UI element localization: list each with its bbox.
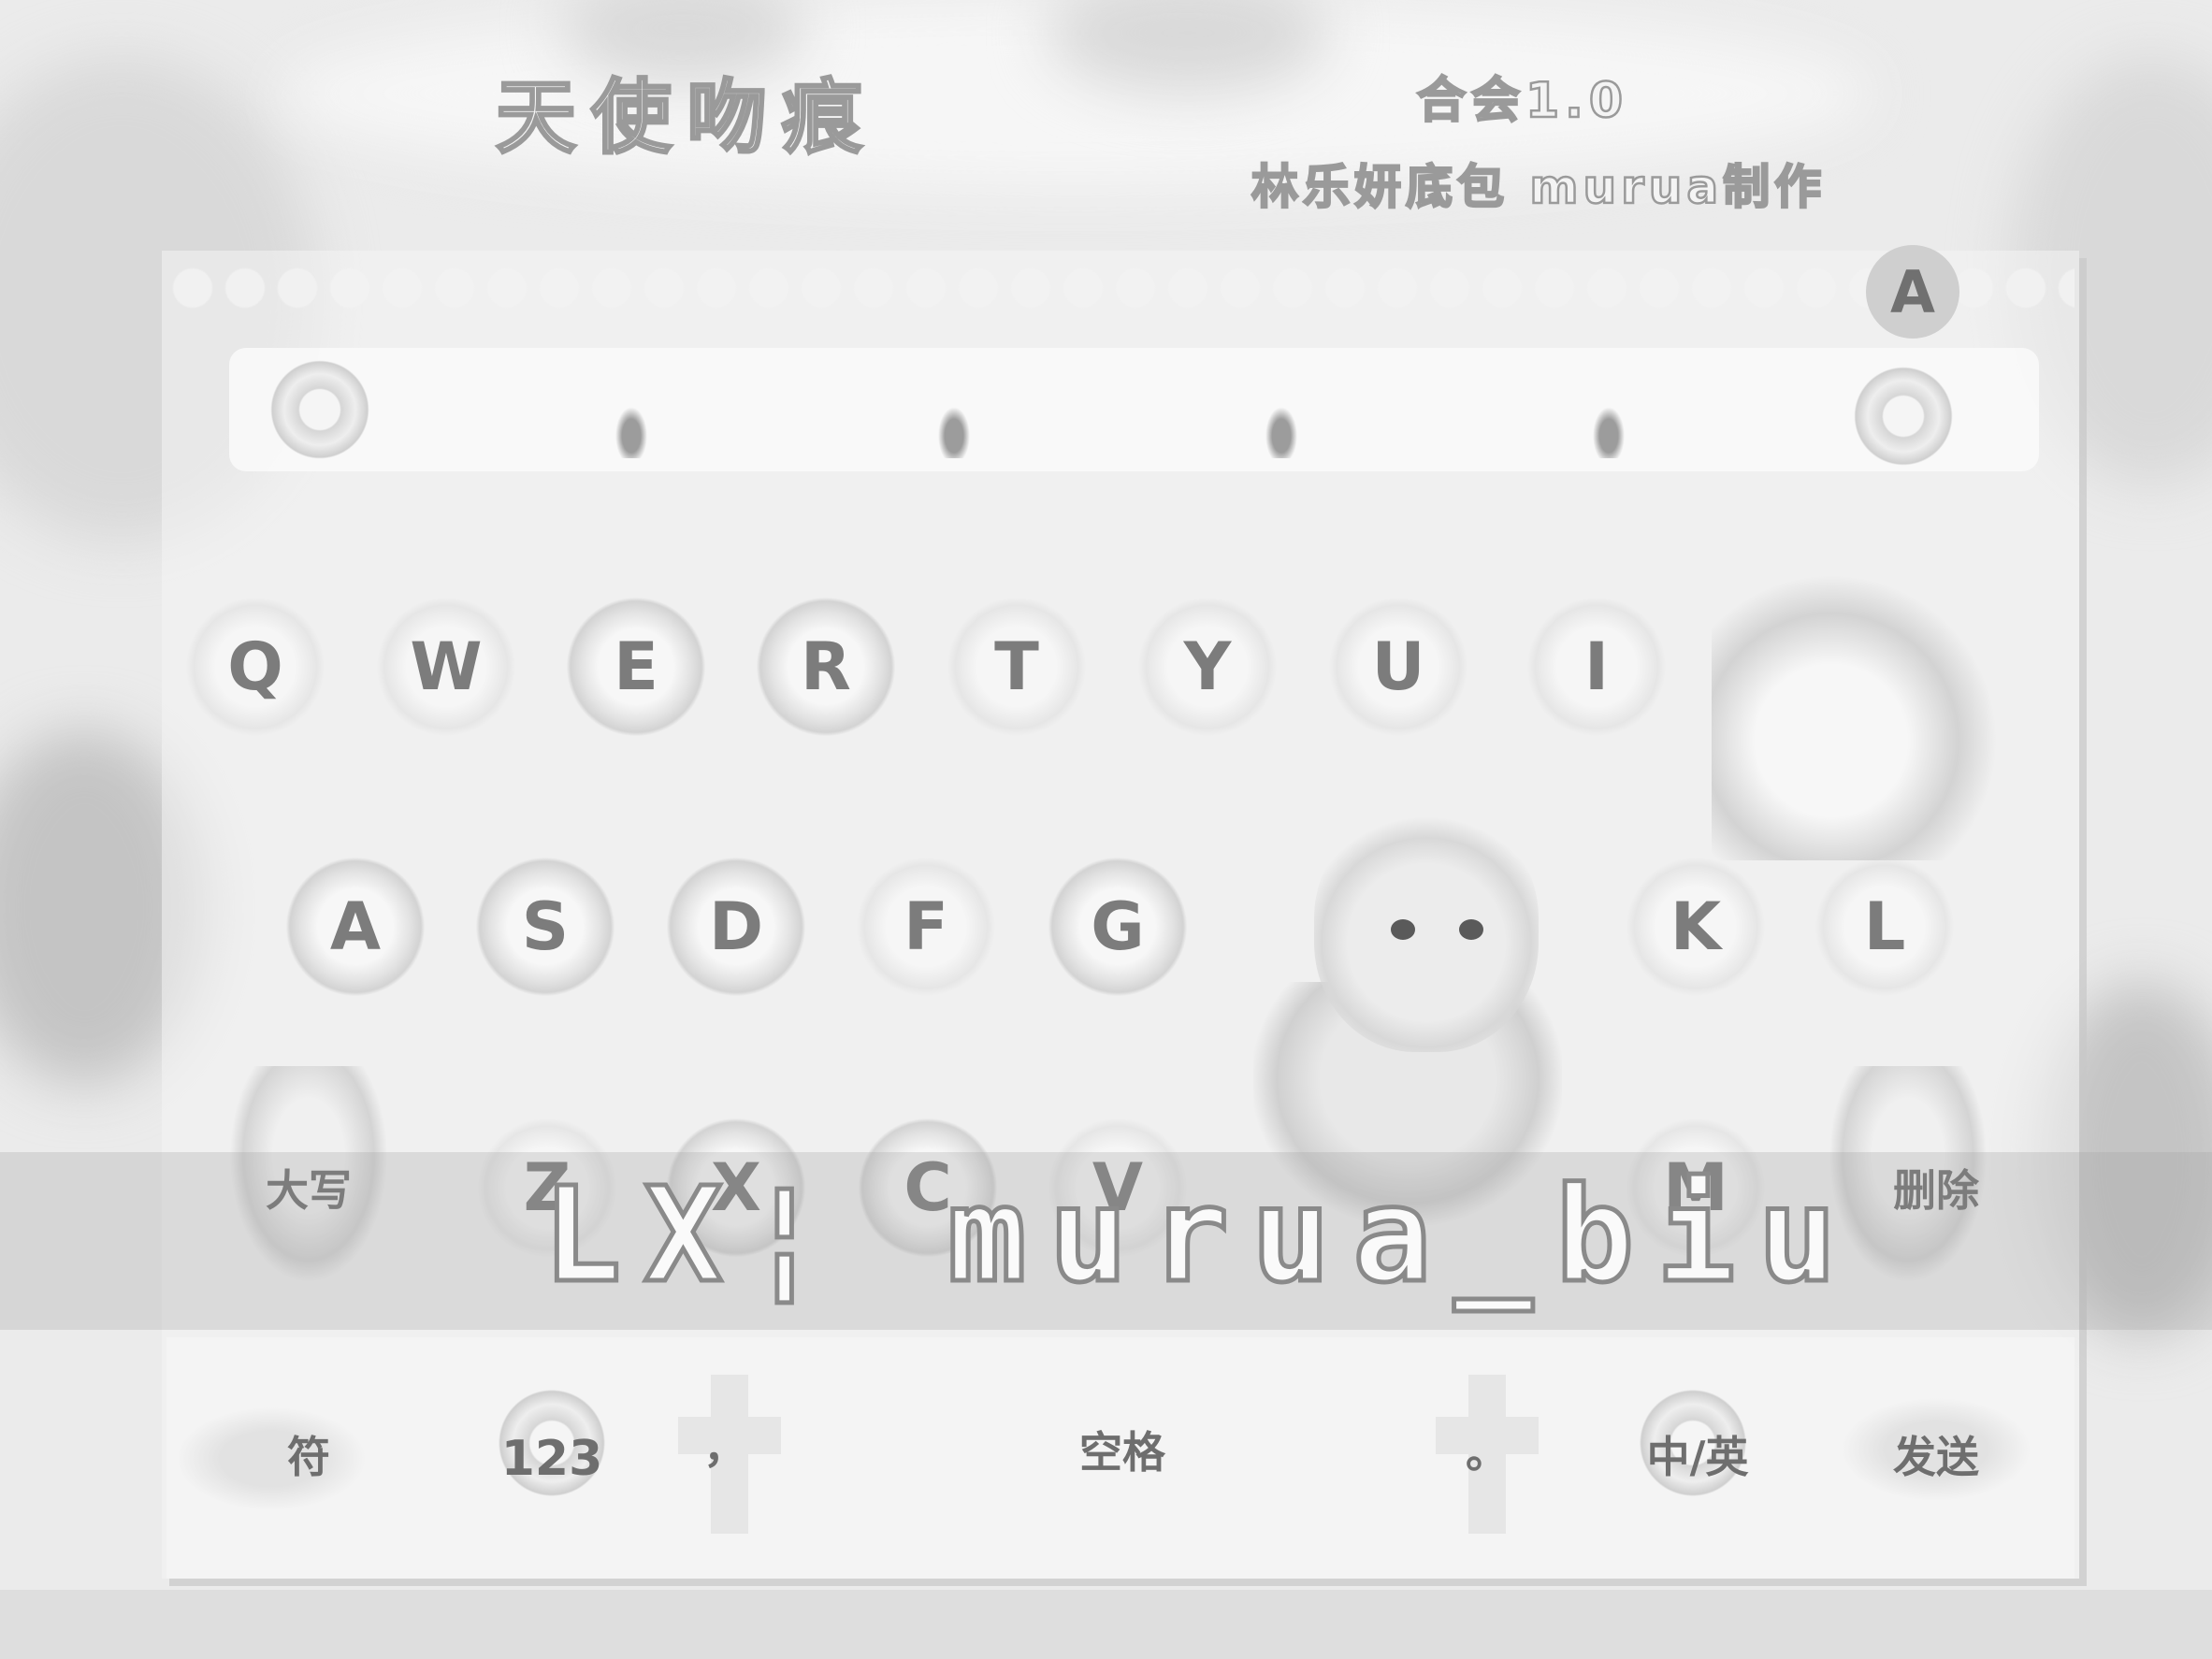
numbers-key[interactable]: 123 bbox=[482, 1407, 622, 1510]
key-w[interactable]: W bbox=[376, 597, 516, 737]
key-y[interactable]: Y bbox=[1137, 597, 1278, 737]
key-label: L bbox=[1863, 888, 1906, 965]
key-k[interactable]: K bbox=[1626, 857, 1766, 997]
key-g[interactable]: G bbox=[1048, 857, 1188, 997]
bird-icon bbox=[613, 402, 650, 458]
flower-icon bbox=[264, 353, 376, 466]
bird-icon bbox=[1263, 402, 1300, 458]
symbol-label: 符 bbox=[287, 1432, 330, 1482]
key-r[interactable]: R bbox=[756, 597, 896, 737]
key-label: R bbox=[801, 628, 851, 705]
angel-girl-head bbox=[1314, 809, 1539, 1052]
collection-label: 合会1.0 bbox=[1416, 72, 1629, 131]
key-d[interactable]: D bbox=[666, 857, 806, 997]
key-label: A bbox=[329, 888, 382, 965]
candidate-bar bbox=[229, 348, 2039, 471]
key-label: T bbox=[994, 628, 1039, 705]
comma-key[interactable]: ， bbox=[673, 1393, 776, 1496]
key-label: Q bbox=[227, 628, 283, 705]
dove-illustration bbox=[1712, 561, 2011, 860]
credit-label: 林乐妍底包 murua制作 bbox=[1251, 159, 1827, 216]
comma-label: ， bbox=[703, 1422, 746, 1473]
key-label: D bbox=[708, 888, 764, 965]
key-label: F bbox=[904, 888, 948, 965]
bird-icon bbox=[1590, 402, 1627, 458]
key-label: U bbox=[1371, 628, 1425, 705]
key-label: E bbox=[614, 628, 658, 705]
girl-eye bbox=[1391, 919, 1415, 940]
key-a[interactable]: A bbox=[285, 857, 426, 997]
key-label: K bbox=[1670, 888, 1722, 965]
key-label: I bbox=[1583, 628, 1610, 705]
numbers-label: 123 bbox=[500, 1431, 603, 1487]
key-e[interactable]: E bbox=[566, 597, 706, 737]
symbol-key[interactable]: 符 bbox=[243, 1403, 374, 1506]
space-key[interactable]: 空格 bbox=[973, 1398, 1272, 1501]
flower-icon bbox=[1847, 360, 1959, 472]
bird-icon bbox=[935, 402, 973, 458]
key-label: Y bbox=[1183, 628, 1232, 705]
key-f[interactable]: F bbox=[856, 857, 996, 997]
key-u[interactable]: U bbox=[1328, 597, 1468, 737]
period-label: 。 bbox=[1466, 1427, 1509, 1478]
logo-letter: A bbox=[1890, 257, 1935, 326]
key-s[interactable]: S bbox=[475, 857, 615, 997]
language-switch-key[interactable]: 中/英 bbox=[1623, 1403, 1772, 1506]
key-i[interactable]: I bbox=[1526, 597, 1667, 737]
send-label: 发送 bbox=[1893, 1432, 1979, 1482]
key-label: W bbox=[410, 628, 483, 705]
theme-title: 天使吻痕 bbox=[495, 70, 877, 166]
key-t[interactable]: T bbox=[947, 597, 1087, 737]
footer-band bbox=[0, 1590, 2212, 1659]
key-l[interactable]: L bbox=[1814, 857, 1955, 997]
send-key[interactable]: 发送 bbox=[1861, 1403, 2011, 1506]
girl-eye bbox=[1459, 919, 1483, 940]
language-label: 中/英 bbox=[1646, 1432, 1749, 1482]
watermark-text: LX¦ murua_biu bbox=[541, 1158, 1859, 1315]
key-label: G bbox=[1091, 888, 1145, 965]
lace-border bbox=[166, 262, 2075, 314]
space-label: 空格 bbox=[1079, 1427, 1165, 1478]
key-q[interactable]: Q bbox=[185, 597, 325, 737]
period-key[interactable]: 。 bbox=[1436, 1398, 1539, 1501]
keyboard-logo-button[interactable]: A bbox=[1866, 245, 1959, 339]
key-label: S bbox=[521, 888, 570, 965]
